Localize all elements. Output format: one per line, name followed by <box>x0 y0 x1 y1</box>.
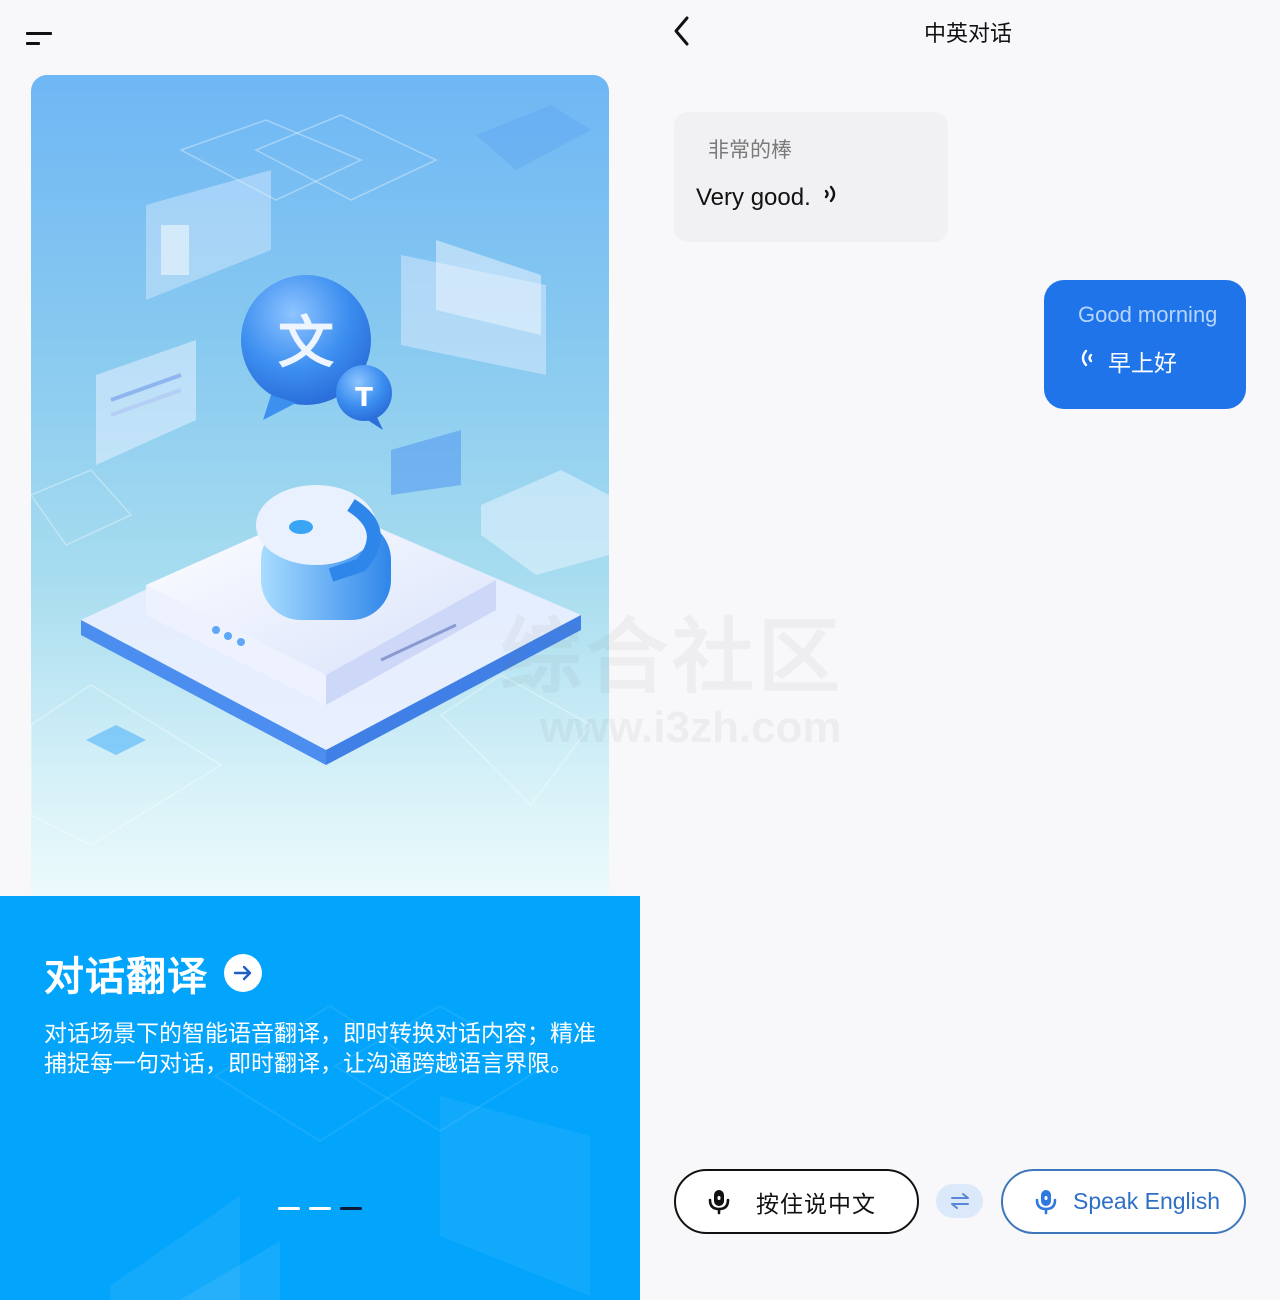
svg-text:文: 文 <box>278 311 334 376</box>
feature-description: 对话场景下的智能语音翻译，即时转换对话内容；精准捕捉每一句对话，即时翻译，让沟通… <box>44 1020 596 1076</box>
message-translation: Very good. <box>696 182 926 213</box>
message-translation-text: Very good. <box>696 183 811 211</box>
arrow-right-circle-icon[interactable] <box>224 954 262 992</box>
message-source-text: Good morning <box>1078 302 1218 327</box>
microphone-icon <box>708 1189 730 1214</box>
feature-title-row: 对话翻译 <box>44 944 262 1002</box>
swap-arrows-icon <box>950 1193 969 1209</box>
speak-english-button[interactable]: Speak English <box>1001 1169 1246 1234</box>
message-translation: 早上好 <box>1078 344 1226 378</box>
page-title: 中英对话 <box>640 16 1280 48</box>
feature-info-panel: 对话翻译 对话场景下的智能语音翻译，即时转换对话内容；精准捕捉每一句对话，即时翻… <box>0 896 640 1300</box>
chinese-button-label: 按住说中文 <box>756 1190 876 1217</box>
page-dot[interactable] <box>309 1207 331 1210</box>
hero-artwork: 文 T <box>31 105 609 846</box>
conversation-pane: 中英对话 非常的棒 Very good. Good morning 早上好 按住… <box>640 0 1280 1300</box>
message-source-text: 非常的棒 <box>708 139 792 162</box>
message-translation-text: 早上好 <box>1108 350 1177 376</box>
hold-to-speak-chinese-button[interactable]: 按住说中文 <box>674 1169 919 1234</box>
english-button-label: Speak English <box>1073 1188 1221 1214</box>
message-outgoing[interactable]: Good morning 早上好 <box>1044 280 1246 409</box>
feature-title: 对话翻译 <box>44 955 208 999</box>
speaker-icon[interactable] <box>1078 346 1094 376</box>
svg-text:T: T <box>355 383 373 413</box>
page-indicator <box>278 1207 362 1210</box>
microphone-icon <box>1035 1189 1057 1214</box>
message-incoming[interactable]: 非常的棒 Very good. <box>674 112 948 242</box>
page-title-text: 中英对话 <box>923 21 1012 46</box>
speaker-icon[interactable] <box>823 182 839 213</box>
menu-icon[interactable] <box>26 32 54 50</box>
hero-illustration: 文 T <box>31 75 609 905</box>
swap-languages-button[interactable] <box>936 1184 983 1218</box>
page-dot-active[interactable] <box>340 1207 362 1210</box>
page-dot[interactable] <box>278 1207 300 1210</box>
translate-bubble-icon: 文 T <box>241 275 392 430</box>
feature-intro-pane: 文 T 对话翻译 对话场景下的智能语音翻译，即时转换对话内容；精准捕捉每一句对话… <box>0 0 640 1300</box>
